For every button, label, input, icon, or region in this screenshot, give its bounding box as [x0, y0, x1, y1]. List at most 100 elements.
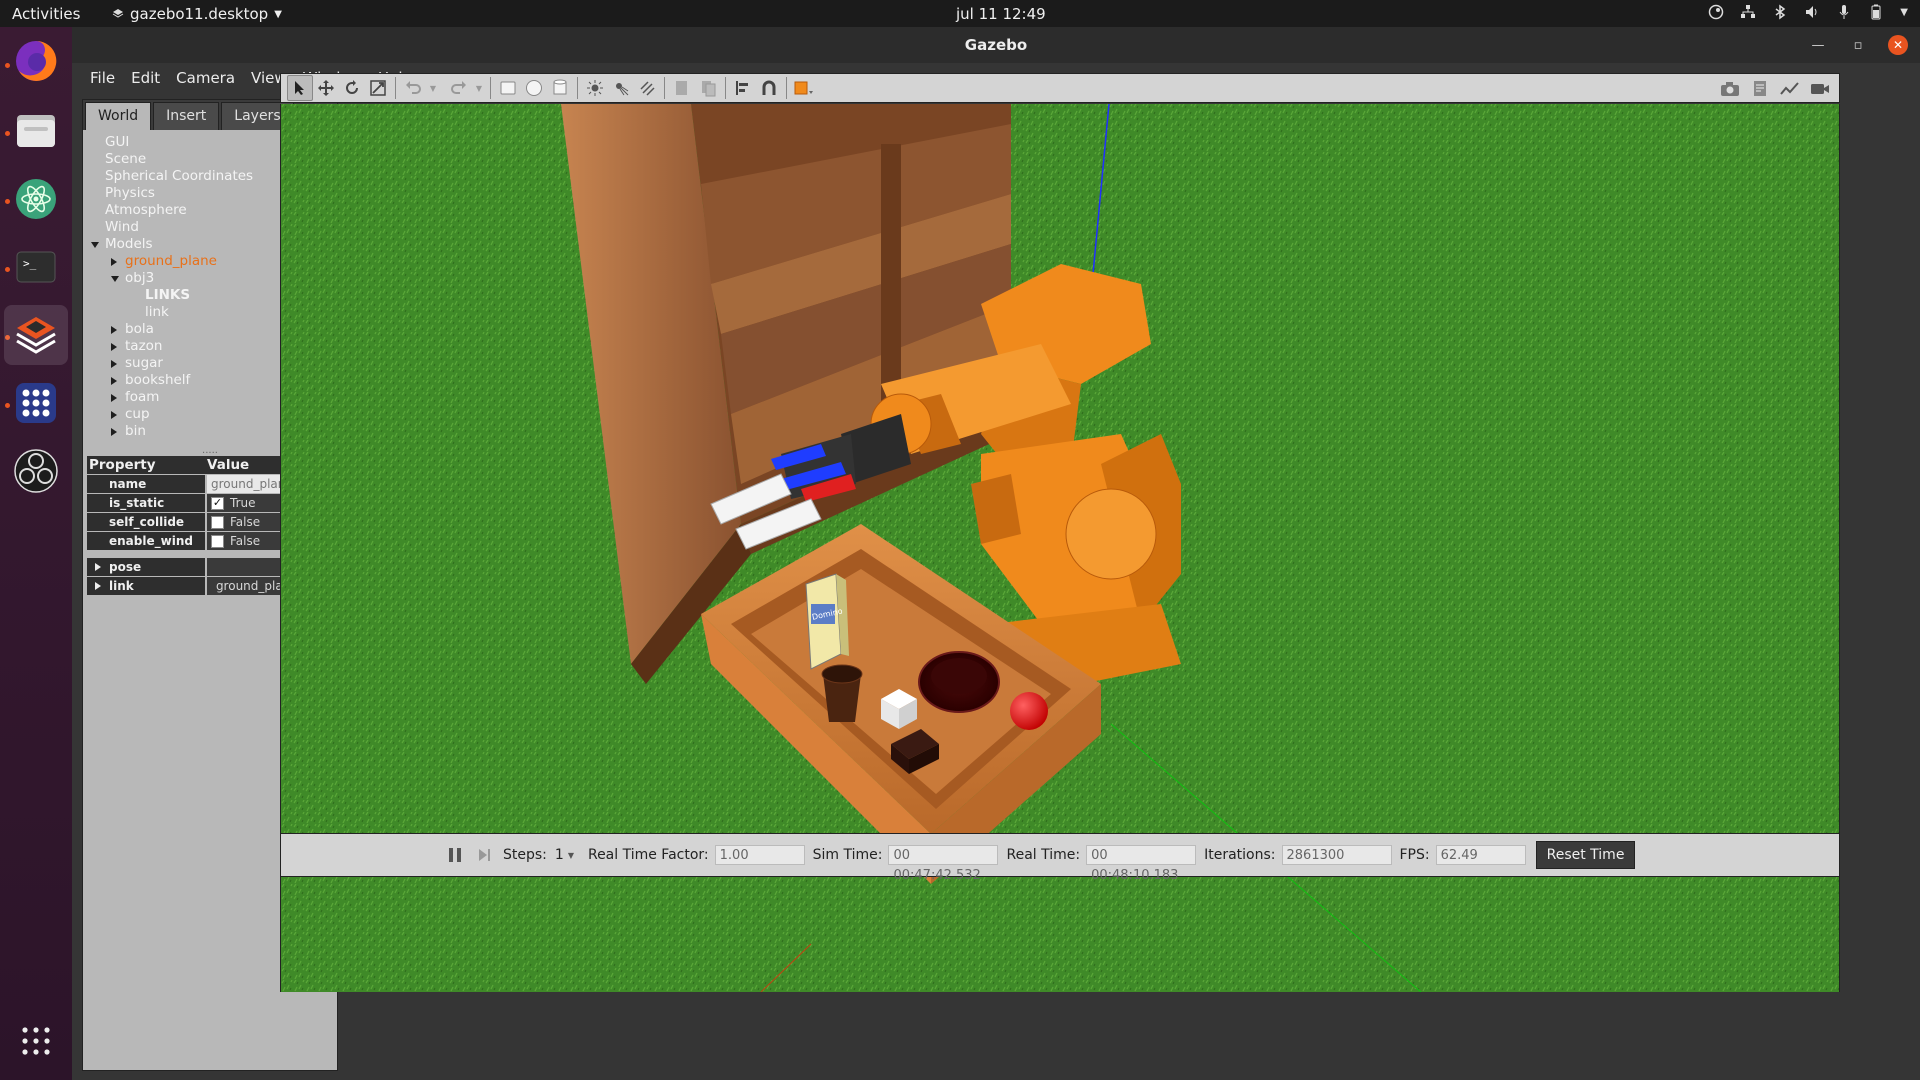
tab-world[interactable]: World: [85, 102, 152, 130]
cup-model: [821, 664, 863, 722]
network-icon[interactable]: [1740, 4, 1756, 20]
dock-files[interactable]: [12, 107, 60, 155]
files-icon: [17, 115, 55, 147]
close-icon[interactable]: ✕: [1888, 35, 1908, 55]
checkbox[interactable]: [211, 534, 224, 548]
box-icon[interactable]: [495, 75, 521, 101]
atom-icon: [16, 179, 56, 219]
directional-light-icon[interactable]: [634, 75, 660, 101]
menu-camera[interactable]: Camera: [168, 69, 243, 87]
copy-icon[interactable]: [669, 75, 695, 101]
cylinder-icon[interactable]: [547, 75, 573, 101]
steam-icon[interactable]: [1708, 4, 1724, 20]
checkbox[interactable]: ✓: [211, 496, 224, 510]
clock[interactable]: jul 11 12:49: [956, 5, 1046, 23]
dock-obs[interactable]: [12, 447, 60, 495]
rtf-field: 1.00: [714, 845, 805, 865]
ball-model: [1010, 692, 1048, 730]
property-value-text: False: [230, 515, 261, 529]
app-grid-dots-icon: [16, 383, 56, 423]
expand-arrow-down-icon[interactable]: [91, 242, 99, 248]
system-tray[interactable]: ▼: [1708, 4, 1908, 20]
menu-edit[interactable]: Edit: [123, 69, 168, 87]
app-menu-label: gazebo11.desktop: [130, 5, 269, 23]
scene-toolbar: ▼ ▼: [280, 73, 1840, 103]
activities-button[interactable]: Activities: [12, 5, 80, 23]
rotate-icon[interactable]: [339, 75, 365, 101]
expand-arrow-right-icon[interactable]: [111, 377, 117, 385]
maximize-icon[interactable]: ▫: [1848, 35, 1868, 55]
minimize-icon[interactable]: —: [1808, 35, 1828, 55]
tree-item-label: Spherical Coordinates: [105, 168, 254, 184]
select-arrow-icon[interactable]: [287, 75, 313, 101]
expand-arrow-right-icon[interactable]: [111, 394, 117, 402]
plot-icon[interactable]: [1777, 76, 1803, 102]
system-menu-chevron-icon[interactable]: ▼: [1900, 7, 1908, 18]
expand-arrow-right-icon[interactable]: [111, 428, 117, 436]
system-top-bar: Activities gazebo11.desktop ▼ jul 11 12:…: [0, 0, 1920, 27]
menu-file[interactable]: File: [82, 69, 123, 87]
steps-value: 1: [554, 847, 564, 863]
dock-atom[interactable]: [12, 175, 60, 223]
paste-icon[interactable]: [695, 75, 721, 101]
tree-item-label: LINKS: [145, 287, 191, 303]
snap-icon[interactable]: [756, 75, 782, 101]
property-key: enable_wind: [87, 532, 205, 550]
gazebo-small-icon: [112, 9, 124, 18]
steps-label: Steps:: [503, 847, 547, 863]
expand-arrow-right-icon[interactable]: [111, 360, 117, 368]
real-time-label: Real Time:: [1006, 847, 1081, 863]
property-group-key: pose: [87, 558, 205, 576]
running-indicator: [5, 267, 10, 272]
app-menu[interactable]: gazebo11.desktop ▼: [112, 5, 282, 23]
tree-item-label: Physics: [105, 185, 155, 201]
tree-item-label: Scene: [105, 151, 147, 167]
expand-arrow-right-icon[interactable]: [95, 563, 101, 571]
show-applications-button[interactable]: [12, 1017, 60, 1065]
checkbox[interactable]: [211, 515, 224, 529]
translate-icon[interactable]: [313, 75, 339, 101]
dock-app-grid[interactable]: [12, 379, 60, 427]
battery-icon[interactable]: [1868, 4, 1884, 20]
pause-icon[interactable]: [445, 845, 465, 865]
microphone-icon[interactable]: [1836, 4, 1852, 20]
chevron-down-icon: ▼: [274, 8, 282, 20]
volume-icon[interactable]: [1804, 4, 1820, 20]
undo-icon[interactable]: [400, 75, 426, 101]
step-icon[interactable]: [475, 845, 495, 865]
dock-gazebo[interactable]: [4, 305, 68, 365]
video-record-icon[interactable]: [1807, 76, 1833, 102]
bluetooth-icon[interactable]: [1772, 4, 1788, 20]
view-angle-icon[interactable]: [791, 75, 817, 101]
expand-arrow-right-icon[interactable]: [95, 582, 101, 590]
scale-icon[interactable]: [365, 75, 391, 101]
property-value-text: False: [230, 534, 261, 548]
undo-dropdown-icon[interactable]: ▼: [426, 75, 440, 101]
steps-spinbox[interactable]: 1 ▼: [555, 847, 574, 863]
expand-arrow-down-icon[interactable]: [111, 276, 119, 282]
spot-light-icon[interactable]: [608, 75, 634, 101]
expand-arrow-right-icon[interactable]: [111, 343, 117, 351]
dock-terminal[interactable]: >_: [12, 243, 60, 291]
tree-item-label: ground_plane: [125, 253, 217, 269]
point-light-icon[interactable]: [582, 75, 608, 101]
window-titlebar[interactable]: Gazebo — ▫ ✕: [72, 27, 1920, 63]
redo-dropdown-icon[interactable]: ▼: [472, 75, 486, 101]
align-icon[interactable]: [730, 75, 756, 101]
screenshot-icon[interactable]: [1717, 76, 1743, 102]
toolbar-right-group: [1717, 76, 1833, 102]
dock-firefox[interactable]: [12, 37, 60, 85]
expand-arrow-right-icon[interactable]: [111, 326, 117, 334]
tree-item-label: link: [145, 304, 169, 320]
sim-time-field: 00 00:47:42.532: [888, 845, 999, 883]
redo-icon[interactable]: [446, 75, 472, 101]
sphere-icon[interactable]: [521, 75, 547, 101]
gazebo-icon: [16, 317, 56, 354]
rtf-label: Real Time Factor:: [587, 847, 709, 863]
tab-insert[interactable]: Insert: [153, 102, 220, 130]
expand-arrow-right-icon[interactable]: [111, 258, 117, 266]
log-icon[interactable]: [1747, 76, 1773, 102]
expand-arrow-right-icon[interactable]: [111, 411, 117, 419]
reset-time-button[interactable]: Reset Time: [1535, 841, 1636, 869]
terminal-icon: >_: [16, 251, 56, 283]
